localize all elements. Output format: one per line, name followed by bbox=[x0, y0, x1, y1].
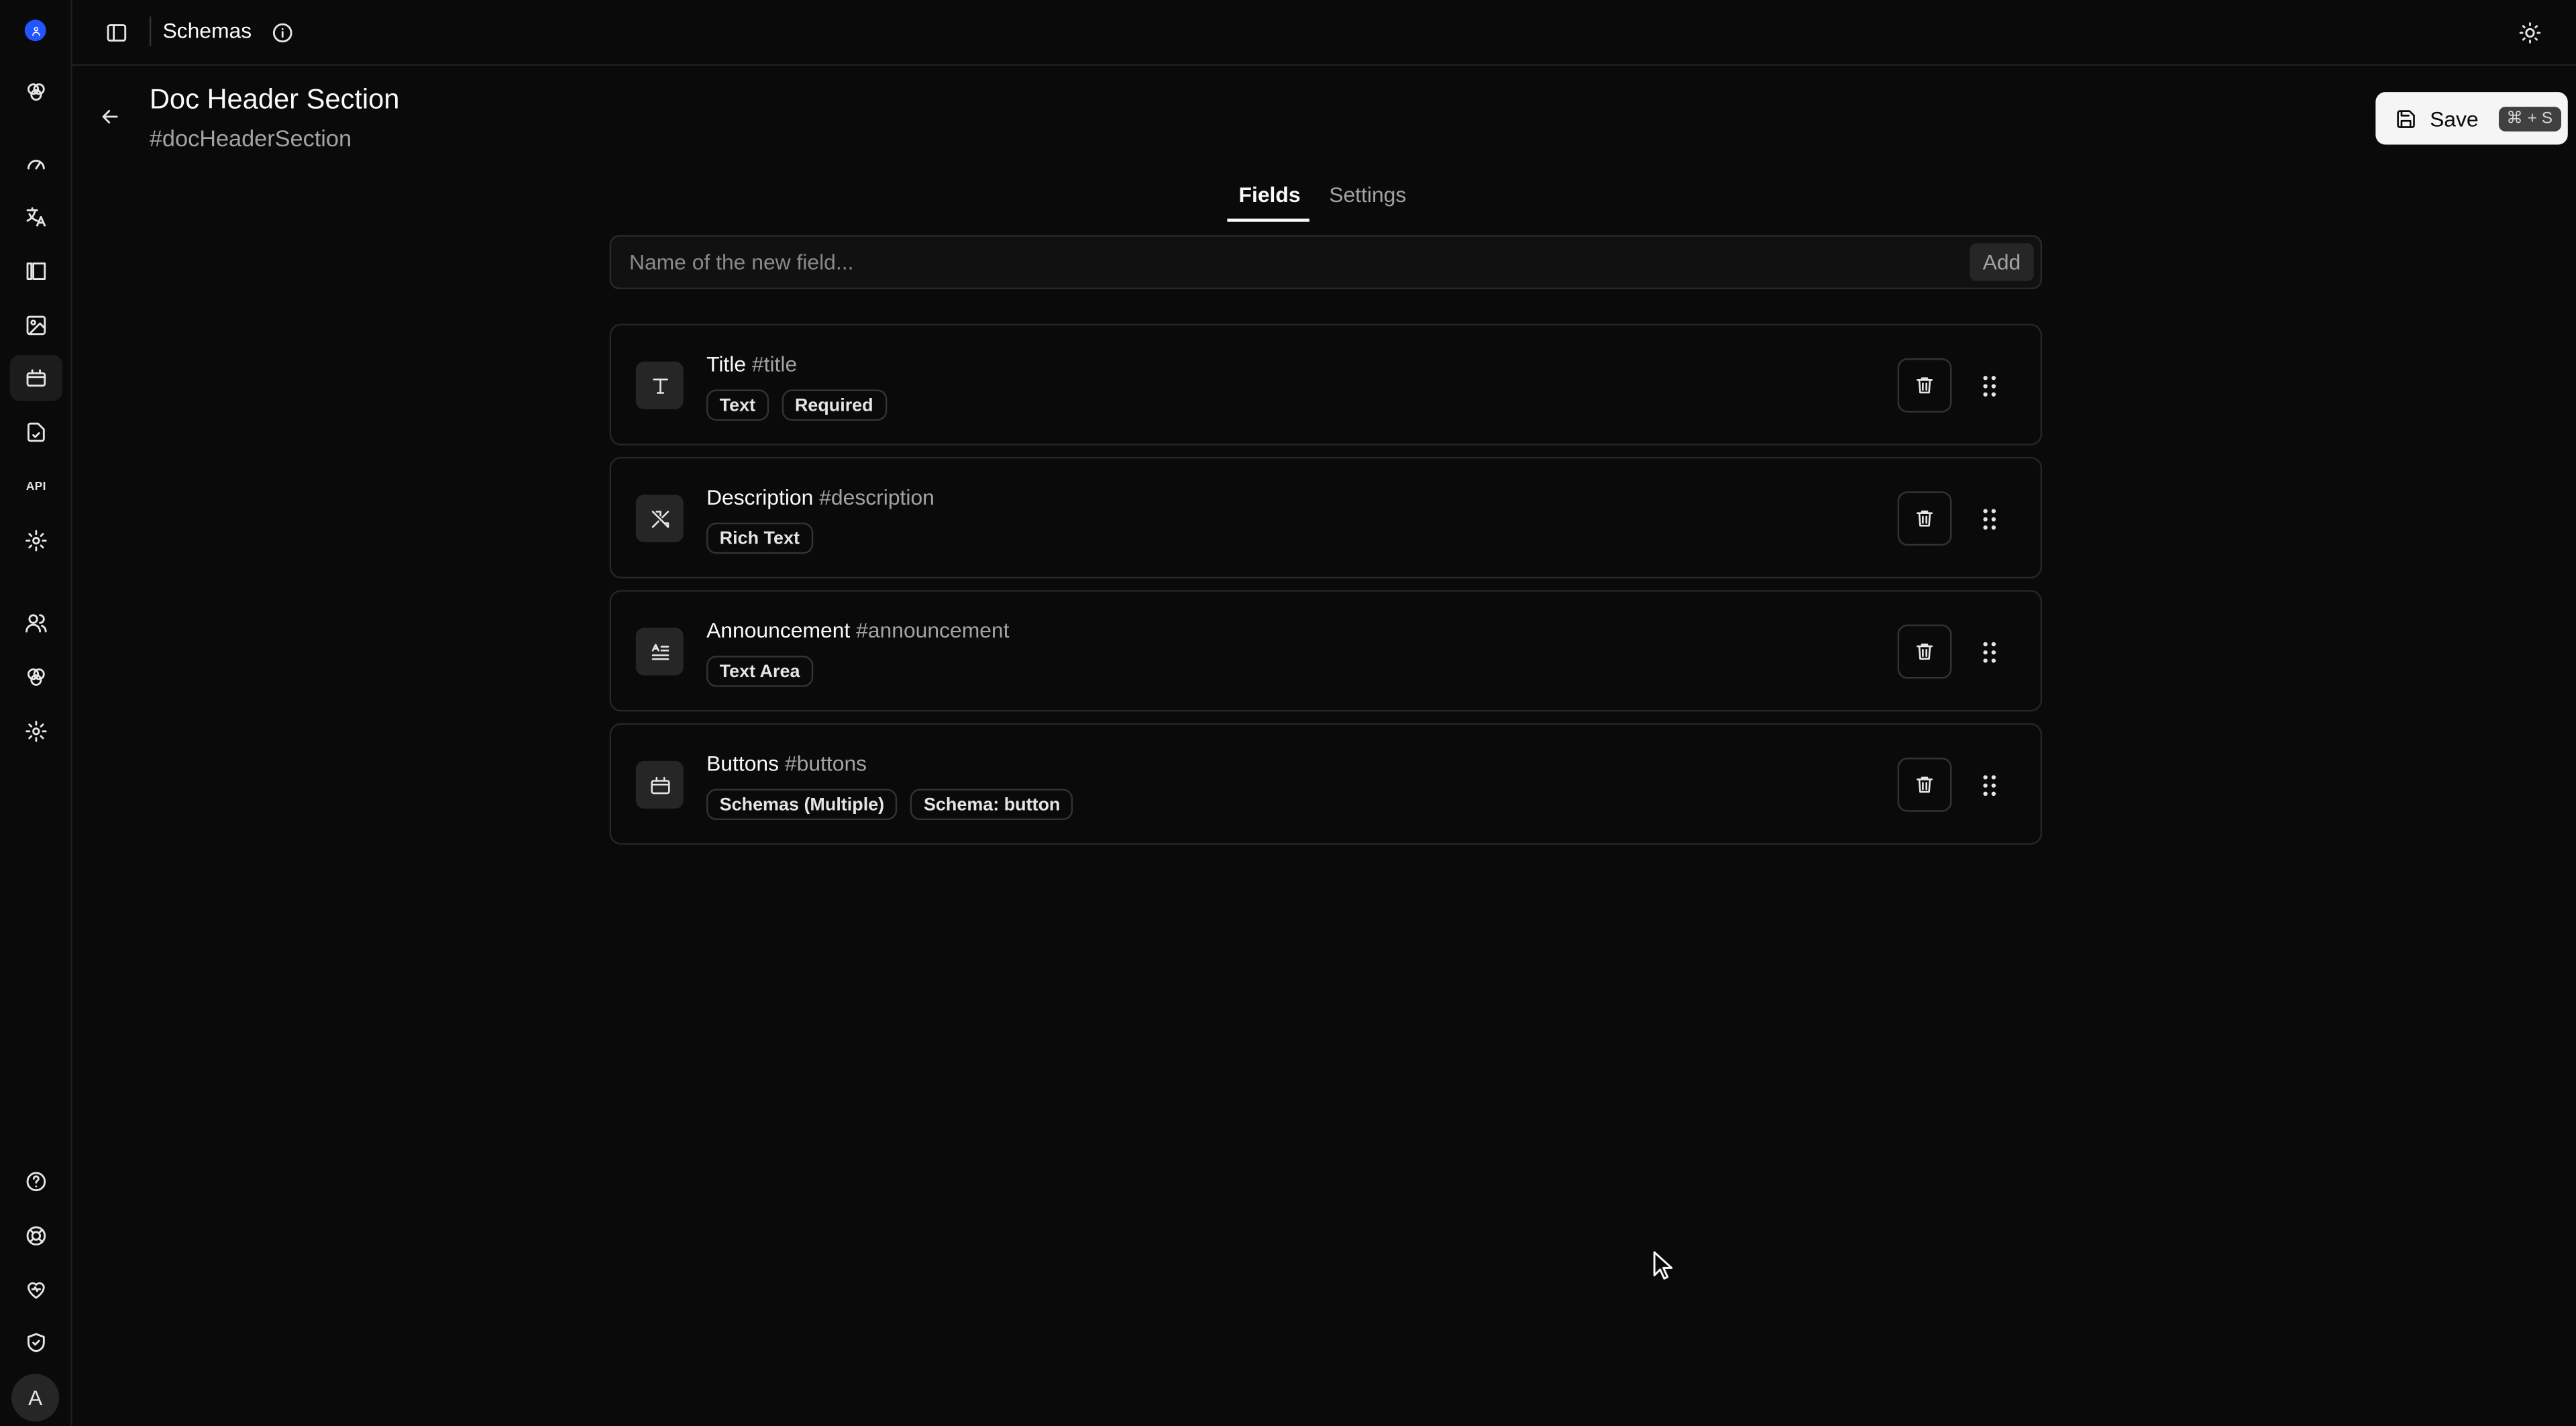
active-tab-indicator bbox=[1227, 218, 1309, 222]
tab-fields[interactable]: Fields bbox=[1239, 183, 1301, 207]
topbar-divider bbox=[149, 16, 152, 46]
field-card-title[interactable]: Title #title Text Required bbox=[609, 323, 2043, 446]
rich-text-icon bbox=[635, 495, 684, 543]
theme-toggle-sun-icon[interactable] bbox=[2515, 18, 2544, 48]
trash-icon bbox=[1917, 644, 1933, 660]
settings-icon[interactable] bbox=[18, 523, 54, 559]
tasks-icon[interactable] bbox=[18, 414, 54, 450]
required-badge: Required bbox=[782, 389, 887, 421]
info-icon[interactable] bbox=[268, 18, 297, 48]
schema-box-icon bbox=[635, 760, 684, 809]
field-type-badge: Text bbox=[706, 389, 769, 421]
field-type-badge: Text Area bbox=[706, 656, 814, 687]
spaces-icon[interactable] bbox=[18, 659, 54, 695]
text-area-icon bbox=[635, 627, 684, 676]
field-name: Buttons #buttons bbox=[706, 751, 867, 776]
field-key: #announcement bbox=[856, 617, 1010, 643]
field-card-description[interactable]: Description #description Rich Text bbox=[609, 456, 2043, 579]
save-icon bbox=[2397, 109, 2415, 128]
schemas-icon[interactable] bbox=[9, 354, 63, 401]
avatar-initial: A bbox=[28, 1385, 43, 1411]
field-name: Announcement #announcement bbox=[706, 618, 1009, 643]
new-field-input[interactable] bbox=[611, 236, 1959, 288]
help-icon[interactable] bbox=[18, 1164, 54, 1200]
settings-icon[interactable] bbox=[18, 713, 54, 750]
support-icon[interactable] bbox=[18, 1218, 54, 1254]
field-badges: Schemas (Multiple) Schema: button bbox=[706, 788, 1074, 821]
field-type-badge: Rich Text bbox=[706, 522, 813, 554]
sidebar: API A bbox=[0, 0, 72, 1426]
delete-field-button[interactable] bbox=[1897, 358, 1952, 413]
schema-key: #docHeaderSection bbox=[149, 125, 352, 152]
translate-icon[interactable] bbox=[18, 199, 54, 235]
back-arrow-icon[interactable] bbox=[97, 103, 123, 130]
field-label: Title bbox=[706, 352, 747, 376]
field-badges: Text Area bbox=[706, 656, 814, 687]
field-label: Buttons bbox=[706, 751, 780, 776]
toggle-sidebar-icon[interactable] bbox=[102, 18, 131, 48]
field-key: #description bbox=[819, 485, 934, 510]
field-card-announcement[interactable]: Announcement #announcement Text Area bbox=[609, 590, 2043, 712]
logo-icon[interactable] bbox=[24, 19, 46, 42]
field-name: Description #description bbox=[706, 485, 934, 509]
assets-icon[interactable] bbox=[18, 307, 54, 344]
drag-handle-icon[interactable] bbox=[1976, 503, 2002, 536]
field-label: Announcement bbox=[706, 617, 851, 643]
add-field-button[interactable]: Add bbox=[1970, 243, 2034, 281]
dashboard-icon[interactable] bbox=[18, 145, 54, 181]
drag-handle-icon[interactable] bbox=[1976, 636, 2002, 669]
delete-field-button[interactable] bbox=[1897, 491, 1952, 546]
delete-field-button[interactable] bbox=[1897, 757, 1952, 812]
save-label: Save bbox=[2430, 105, 2479, 131]
save-button[interactable]: Save ⌘ + S bbox=[2375, 92, 2568, 145]
health-icon[interactable] bbox=[18, 1272, 54, 1309]
avatar[interactable]: A bbox=[11, 1374, 60, 1422]
mouse-cursor-icon bbox=[1653, 1251, 1673, 1280]
topbar: Schemas bbox=[72, 0, 2576, 66]
trash-icon bbox=[1917, 776, 1933, 793]
field-label: Description bbox=[706, 485, 814, 510]
topbar-title: Schemas bbox=[162, 17, 252, 43]
spaces-icon[interactable] bbox=[18, 74, 54, 110]
field-name: Title #title bbox=[706, 352, 797, 376]
trash-icon bbox=[1917, 510, 1933, 527]
security-icon[interactable] bbox=[18, 1325, 54, 1361]
api-icon[interactable]: API bbox=[18, 468, 54, 505]
drag-handle-icon[interactable] bbox=[1976, 769, 2002, 802]
save-shortcut: ⌘ + S bbox=[2498, 105, 2561, 131]
field-badges: Text Required bbox=[706, 389, 887, 421]
drag-handle-icon[interactable] bbox=[1976, 370, 2002, 403]
field-key: #buttons bbox=[784, 751, 867, 776]
page-title: Doc Header Section bbox=[149, 83, 400, 115]
field-badges: Rich Text bbox=[706, 522, 813, 554]
field-key: #title bbox=[751, 352, 798, 376]
text-type-icon bbox=[635, 361, 684, 409]
new-field-bar: Add bbox=[609, 235, 2043, 290]
tab-settings[interactable]: Settings bbox=[1329, 183, 1406, 207]
delete-field-button[interactable] bbox=[1897, 624, 1952, 679]
library-icon[interactable] bbox=[18, 253, 54, 289]
field-card-buttons[interactable]: Buttons #buttons Schemas (Multiple) Sche… bbox=[609, 723, 2043, 845]
trash-icon bbox=[1917, 377, 1933, 394]
users-icon[interactable] bbox=[18, 605, 54, 641]
schema-ref-badge: Schema: button bbox=[910, 788, 1074, 821]
field-type-badge: Schemas (Multiple) bbox=[706, 788, 898, 821]
